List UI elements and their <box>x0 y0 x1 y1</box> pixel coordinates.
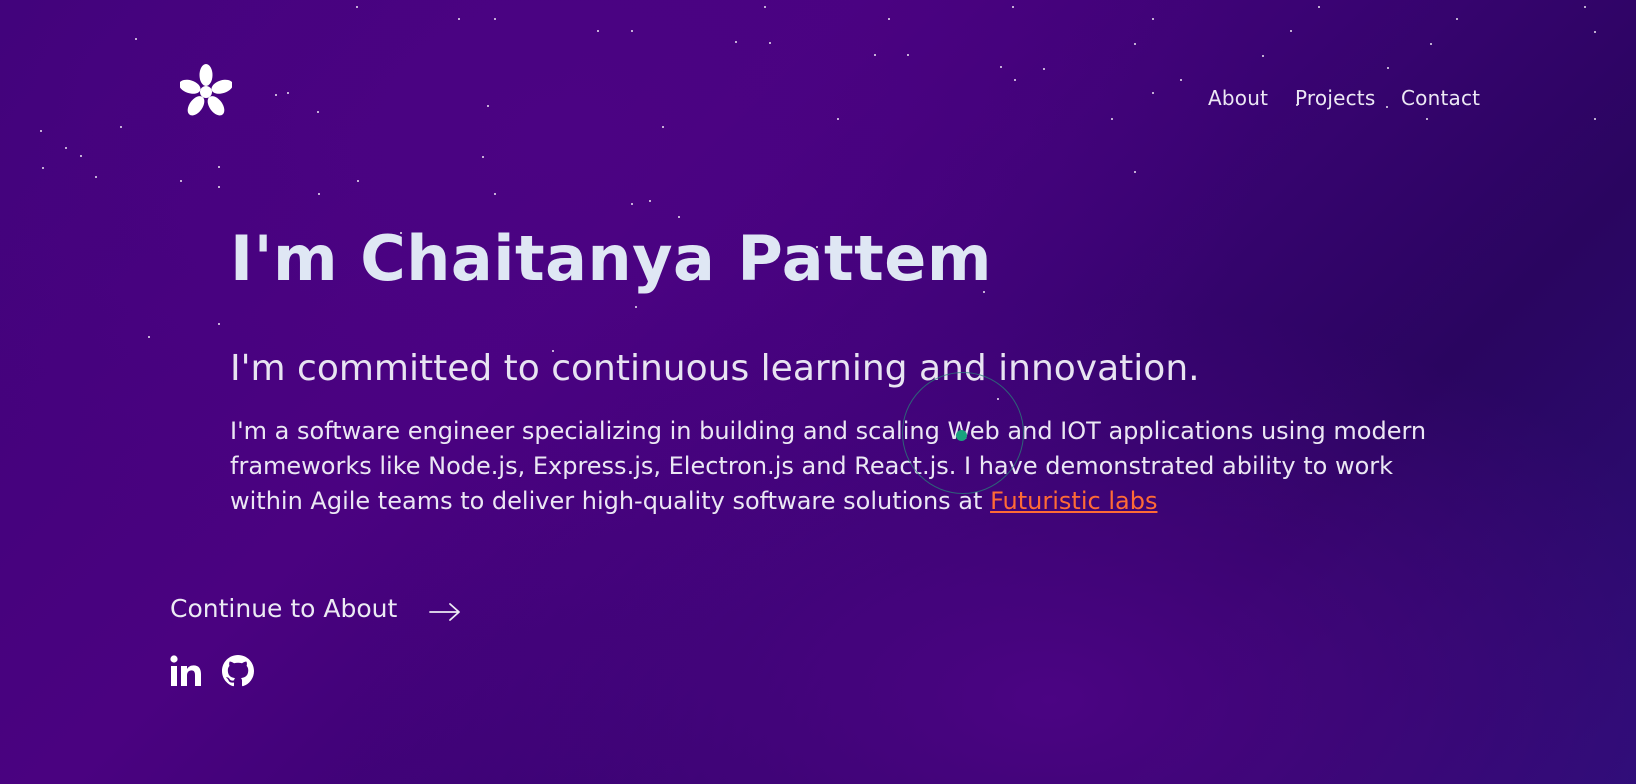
star <box>357 180 359 182</box>
hero-tagline: I'm committed to continuous learning and… <box>230 348 1200 389</box>
nav-contact-link[interactable]: Contact <box>1401 86 1480 110</box>
star <box>482 156 484 158</box>
star <box>95 176 97 178</box>
star <box>1594 31 1596 33</box>
star <box>631 203 633 205</box>
star <box>597 30 599 32</box>
hero-title: I'm Chaitanya Pattem <box>230 222 992 295</box>
star <box>1594 118 1596 120</box>
star <box>1318 6 1320 8</box>
star <box>662 126 664 128</box>
continue-to-about-button[interactable]: Continue to About <box>170 594 461 623</box>
star <box>1430 43 1432 45</box>
star <box>80 155 82 157</box>
star <box>1014 79 1016 81</box>
star <box>888 18 890 20</box>
continue-label: Continue to About <box>170 594 398 623</box>
star <box>764 6 766 8</box>
star <box>1134 171 1136 173</box>
star <box>218 166 220 168</box>
star <box>1387 67 1389 69</box>
star <box>218 323 220 325</box>
star <box>318 193 320 195</box>
star <box>1012 6 1014 8</box>
star <box>907 54 909 56</box>
star <box>120 126 122 128</box>
star <box>769 42 771 44</box>
cursor-dot <box>956 430 967 441</box>
main-nav: About Projects Contact <box>0 86 1636 116</box>
star <box>874 54 876 56</box>
star <box>1000 66 1002 68</box>
linkedin-icon[interactable] <box>170 654 202 688</box>
star <box>837 118 839 120</box>
star <box>631 30 633 32</box>
star <box>1584 6 1586 8</box>
star <box>65 147 67 149</box>
bio-text: I'm a software engineer specializing in … <box>230 417 1427 515</box>
arrow-right-icon <box>429 599 461 621</box>
star <box>1262 55 1264 57</box>
star <box>135 38 137 40</box>
hero-bio: I'm a software engineer specializing in … <box>230 414 1460 519</box>
star <box>1111 118 1113 120</box>
star <box>1134 43 1136 45</box>
star <box>635 306 637 308</box>
futuristic-labs-link[interactable]: Futuristic labs <box>990 487 1157 515</box>
nav-projects-link[interactable]: Projects <box>1295 86 1375 110</box>
star <box>494 193 496 195</box>
star <box>649 200 651 202</box>
star <box>356 6 358 8</box>
star <box>1043 68 1045 70</box>
star <box>218 186 220 188</box>
nav-about-link[interactable]: About <box>1208 86 1268 110</box>
github-icon[interactable] <box>222 654 254 688</box>
star <box>735 41 737 43</box>
star <box>1180 79 1182 81</box>
star <box>42 167 44 169</box>
star <box>494 18 496 20</box>
star <box>458 18 460 20</box>
star <box>180 180 182 182</box>
star <box>1426 118 1428 120</box>
star <box>40 130 42 132</box>
star <box>678 216 680 218</box>
social-links <box>170 654 254 688</box>
star <box>148 336 150 338</box>
star <box>1290 30 1292 32</box>
star <box>1152 18 1154 20</box>
star <box>1456 18 1458 20</box>
